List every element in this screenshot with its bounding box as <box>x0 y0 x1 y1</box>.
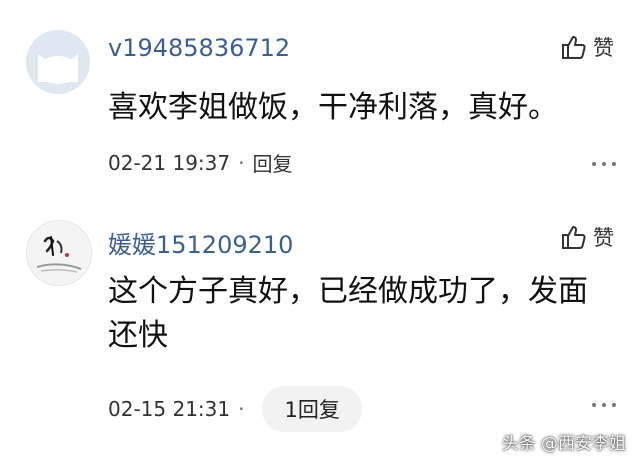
like-label: 赞 <box>593 36 614 60</box>
comment-item: 媛媛151209210 赞 这个方子真好，已经做成功了，发面还快 02-15 2… <box>0 200 640 466</box>
watermark: 头条 @西安李姐 <box>501 434 626 454</box>
comment-item: v19485836712 赞 喜欢李姐做饭，干净利落，真好。 02-21 19:… <box>0 0 640 200</box>
cat-avatar-icon <box>26 30 90 94</box>
reply-button[interactable]: 回复 <box>252 148 292 177</box>
ink-painting-avatar-icon <box>27 221 91 285</box>
user-avatar[interactable] <box>26 220 92 286</box>
user-avatar[interactable] <box>26 30 90 94</box>
like-button[interactable]: 赞 <box>559 32 614 62</box>
meta-separator: · <box>238 397 245 421</box>
like-label: 赞 <box>593 226 614 250</box>
like-button[interactable]: 赞 <box>559 222 614 252</box>
more-dots-icon[interactable] <box>592 403 616 407</box>
more-dots-icon[interactable] <box>592 162 616 166</box>
thumbs-up-icon <box>562 226 586 249</box>
username[interactable]: v19485836712 <box>108 34 290 62</box>
comment-text: 喜欢李姐做饭，干净利落，真好。 <box>108 90 558 125</box>
username[interactable]: 媛媛151209210 <box>108 225 293 260</box>
comment-meta: 02-15 21:31 · 1回复 <box>108 386 362 432</box>
timestamp: 02-21 19:37 <box>108 150 231 175</box>
thumbs-up-icon <box>562 36 586 59</box>
timestamp: 02-15 21:31 <box>108 397 231 421</box>
comment-meta: 02-21 19:37 · 回复 <box>108 148 292 177</box>
comment-text: 这个方子真好，已经做成功了，发面还快 <box>108 274 588 353</box>
reply-count-button[interactable]: 1回复 <box>262 386 362 432</box>
meta-separator: · <box>238 150 245 175</box>
